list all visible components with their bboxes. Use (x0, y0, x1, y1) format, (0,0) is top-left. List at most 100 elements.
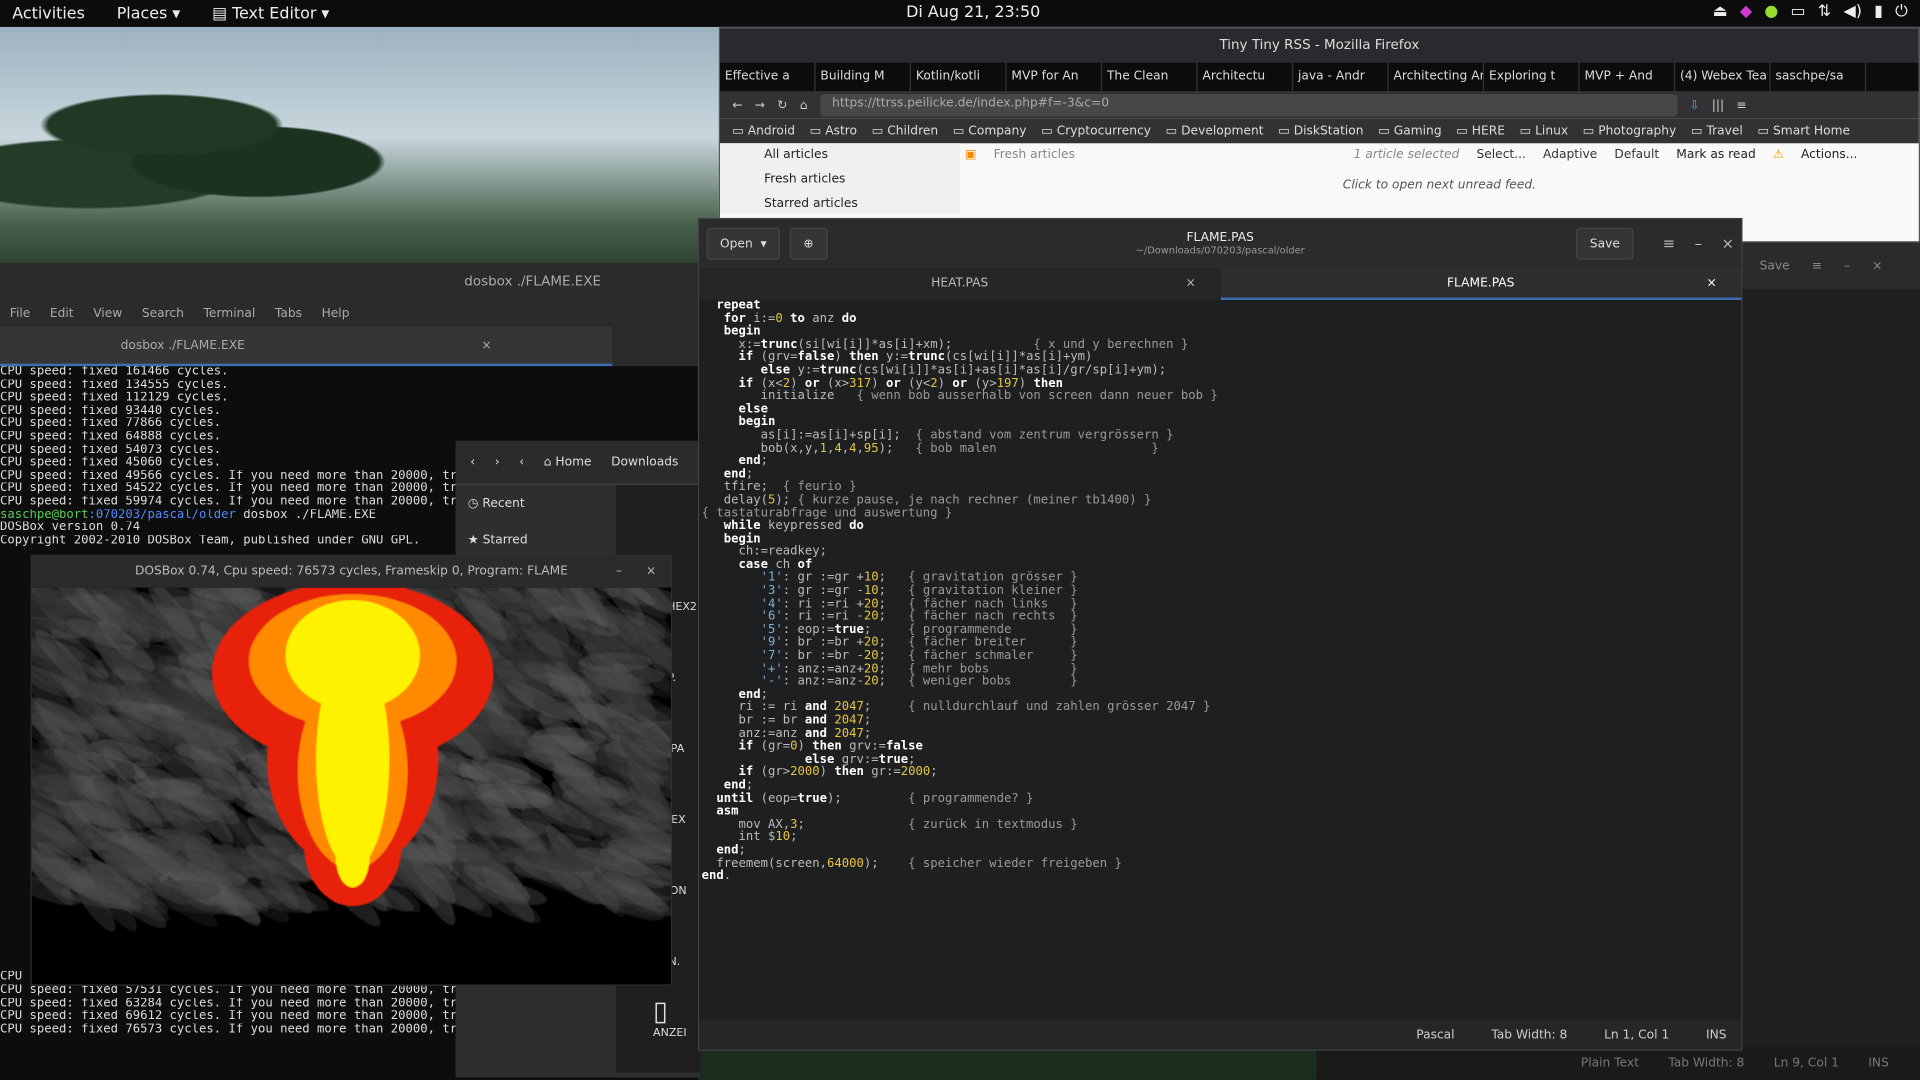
language-selector[interactable]: Plain Text (1581, 1057, 1639, 1070)
browser-tab[interactable]: Exploring t (1484, 62, 1580, 91)
browser-tab[interactable]: Kotlin/kotli (911, 62, 1007, 91)
browser-tab[interactable]: MVP for An (1007, 62, 1103, 91)
file-item[interactable]: ▯ ANZEI (616, 997, 700, 1068)
activities-button[interactable]: Activities (12, 4, 85, 22)
terminal-menu-item[interactable]: Search (142, 307, 184, 320)
terminal-title: dosbox ./FLAME.EXE (0, 263, 698, 300)
power-icon[interactable]: ⏻ (1895, 2, 1908, 20)
downloads-path-button[interactable]: Downloads (611, 456, 678, 469)
language-selector[interactable]: Pascal (1416, 1028, 1454, 1041)
home-path-button[interactable]: ⌂ Home (544, 456, 592, 469)
close-icon[interactable]: × (646, 556, 656, 588)
code-line: bob(x,y,1,4,4,95); { bob malen } (702, 443, 1742, 456)
feed-fresh-articles[interactable]: Fresh articles (764, 168, 960, 192)
tab-flame-pas[interactable]: FLAME.PAS × (1220, 268, 1741, 300)
reload-icon[interactable]: ↻ (777, 99, 787, 112)
terminal-menu-item[interactable]: Terminal (204, 307, 256, 320)
browser-tab[interactable]: MVP + And (1580, 62, 1676, 91)
close-icon[interactable]: × (1872, 259, 1882, 272)
cursor-position[interactable]: Ln 1, Col 1 (1604, 1028, 1669, 1041)
select-dropdown[interactable]: Select... (1476, 148, 1525, 161)
bookmark-folder[interactable]: ▭ DiskStation (1278, 124, 1363, 137)
bookmark-folder[interactable]: ▭ Children (872, 124, 938, 137)
path-back-icon[interactable]: ‹ (519, 456, 524, 469)
library-icon[interactable]: ||| (1712, 99, 1724, 112)
minimize-icon[interactable]: – (1695, 235, 1702, 252)
open-button[interactable]: Open ▾ (707, 228, 781, 260)
browser-tab[interactable]: Effective a (720, 62, 816, 91)
status-dot-icon[interactable]: ● (1764, 2, 1778, 20)
bookmark-folder[interactable]: ▭ Travel (1691, 124, 1743, 137)
url-bar[interactable]: https://ttrss.peilicke.de/index.php#f=-3… (820, 94, 1677, 116)
terminal-menu-item[interactable]: Help (322, 307, 350, 320)
display-icon[interactable]: ▭ (1791, 2, 1806, 20)
feed-all-articles[interactable]: All articles (764, 143, 960, 167)
bookmark-folder[interactable]: ▭ Cryptocurrency (1041, 124, 1151, 137)
bookmark-folder[interactable]: ▭ Gaming (1378, 124, 1441, 137)
cursor-position[interactable]: Ln 9, Col 1 (1774, 1057, 1839, 1070)
tab-heat-pas[interactable]: HEAT.PAS × (699, 268, 1220, 300)
actions-dropdown[interactable]: Actions... (1801, 148, 1857, 161)
menu-icon[interactable]: ≡ (1812, 259, 1822, 272)
forward-icon[interactable]: → (755, 99, 765, 112)
places-recent[interactable]: ◷ Recent (468, 497, 604, 534)
code-line: until (eop=true); { programmende? } (702, 793, 1742, 806)
menu-icon[interactable]: ≡ (1663, 235, 1675, 252)
next-feed-hint[interactable]: Click to open next unread feed. (965, 179, 1914, 192)
back-icon[interactable]: ‹ (470, 456, 475, 469)
terminal-menu-item[interactable]: File (10, 307, 30, 320)
back-icon[interactable]: ← (732, 99, 742, 112)
places-menu[interactable]: Places ▾ (117, 4, 181, 22)
browser-tab[interactable]: The Clean (1102, 62, 1198, 91)
battery-icon[interactable]: ▮ (1874, 2, 1883, 20)
close-icon[interactable]: × (1706, 268, 1716, 300)
tab-width-selector[interactable]: Tab Width: 8 (1491, 1028, 1567, 1041)
terminal-menu-item[interactable]: View (93, 307, 122, 320)
save-button[interactable]: Save (1760, 259, 1790, 272)
code-line: freemem(screen,64000); { speicher wieder… (702, 858, 1742, 871)
bookmark-folder[interactable]: ▭ Development (1166, 124, 1264, 137)
downloads-icon[interactable]: ⇩ (1689, 99, 1699, 112)
view-dropdown[interactable]: Adaptive (1543, 148, 1597, 161)
browser-tab[interactable]: saschpe/sa (1771, 62, 1867, 91)
bookmark-folder[interactable]: ▭ Android (732, 124, 795, 137)
bookmark-folder[interactable]: ▭ Photography (1583, 124, 1676, 137)
mark-read-button[interactable]: Mark as read (1676, 148, 1755, 161)
close-icon[interactable]: × (481, 339, 491, 352)
browser-tab[interactable]: Architectu (1198, 62, 1294, 91)
sort-dropdown[interactable]: Default (1614, 148, 1659, 161)
system-tray: ⏏ ◆ ● ▭ ⇅ ◀) ▮ ⏻ (1713, 2, 1908, 20)
forward-icon[interactable]: › (495, 456, 500, 469)
terminal-menu-item[interactable]: Tabs (275, 307, 302, 320)
minimize-icon[interactable]: – (616, 556, 622, 588)
save-button[interactable]: Save (1576, 228, 1633, 260)
terminal-line: CPU speed: fixed 77866 cycles. (0, 418, 698, 431)
browser-tab[interactable]: Architecting An (1389, 62, 1485, 91)
app-menu[interactable]: ▤ Text Editor ▾ (212, 4, 329, 22)
terminal-menu-item[interactable]: Edit (50, 307, 74, 320)
browser-tab[interactable]: java - Andr (1293, 62, 1389, 91)
clock[interactable]: Di Aug 21, 23:50 (906, 4, 1040, 22)
browser-tab[interactable]: Building M (816, 62, 912, 91)
bookmark-folder[interactable]: ▭ HERE (1456, 124, 1505, 137)
app-icon[interactable]: ◆ (1740, 2, 1752, 20)
close-icon[interactable]: × (1722, 235, 1734, 252)
terminal-line: CPU speed: fixed 112129 cycles. (0, 392, 698, 405)
feed-starred-articles[interactable]: Starred articles (764, 192, 960, 216)
bookmark-folder[interactable]: ▭ Linux (1520, 124, 1568, 137)
tab-dosbox[interactable]: dosbox ./FLAME.EXE × (0, 327, 612, 366)
close-icon[interactable]: × (1185, 268, 1195, 300)
browser-tab[interactable]: (4) Webex Tea (1675, 62, 1771, 91)
tab-width-selector[interactable]: Tab Width: 8 (1668, 1057, 1744, 1070)
bookmark-folder[interactable]: ▭ Smart Home (1758, 124, 1851, 137)
network-icon[interactable]: ⇅ (1818, 2, 1831, 20)
home-icon[interactable]: ⌂ (800, 99, 808, 112)
menu-icon[interactable]: ≡ (1736, 99, 1746, 112)
new-document-button[interactable]: ⊕ (790, 228, 827, 260)
eject-icon[interactable]: ⏏ (1713, 2, 1728, 20)
bookmark-folder[interactable]: ▭ Astro (810, 124, 857, 137)
bookmark-folder[interactable]: ▭ Company (953, 124, 1027, 137)
minimize-icon[interactable]: – (1844, 259, 1850, 272)
volume-icon[interactable]: ◀) (1843, 2, 1861, 20)
code-editor[interactable]: repeat for i:=0 to anz do begin x:=trunc… (699, 300, 1741, 1020)
